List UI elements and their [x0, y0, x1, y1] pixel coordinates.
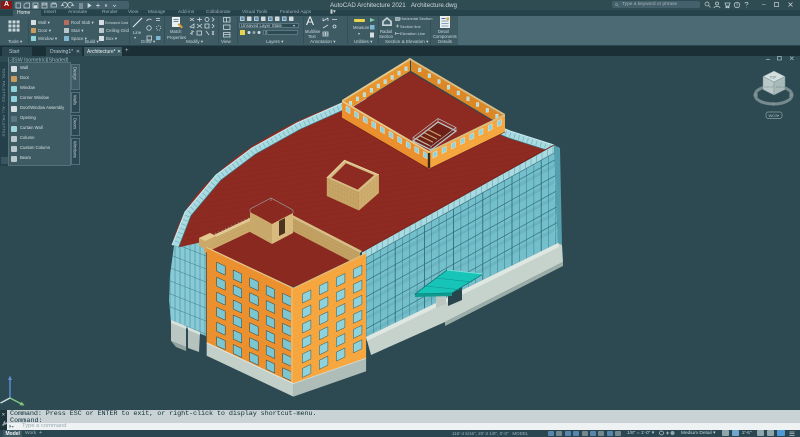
svg-text:FRONT: FRONT [765, 85, 775, 89]
svg-text:RIGHT: RIGHT [776, 85, 786, 89]
svg-text:TOP: TOP [770, 76, 778, 80]
